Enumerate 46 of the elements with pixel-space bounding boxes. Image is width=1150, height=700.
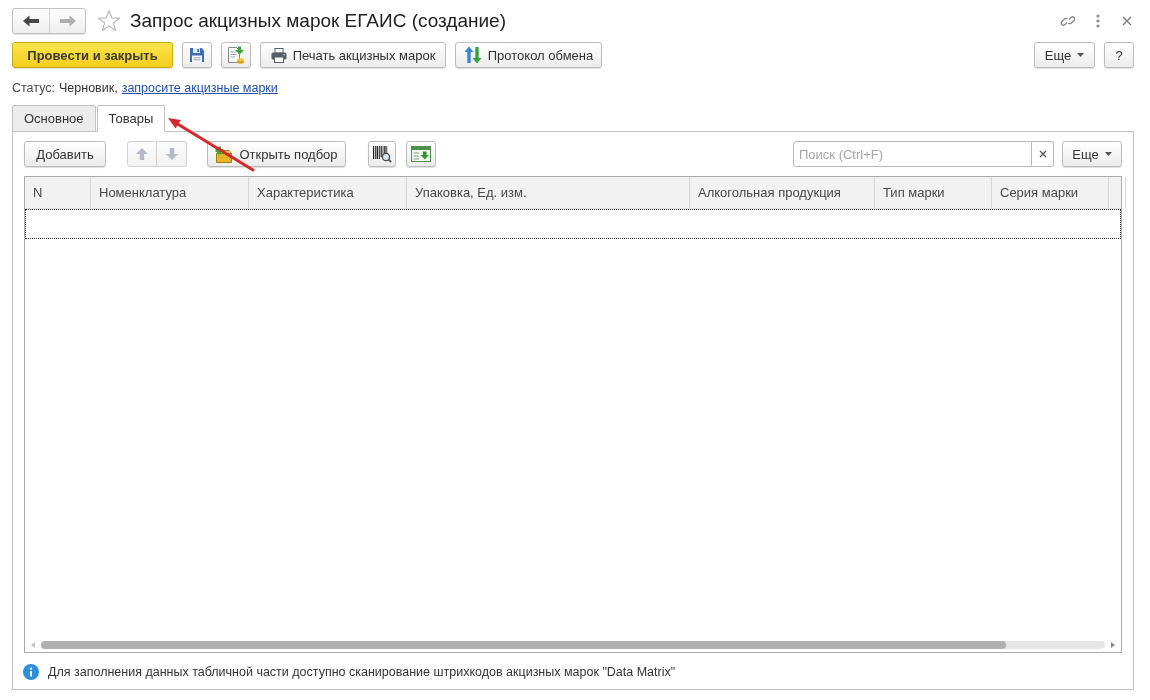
tab[interactable]: Основное [12, 105, 96, 132]
document-button[interactable] [221, 42, 251, 68]
down-arrow-icon [165, 148, 178, 160]
caret-icon [1077, 53, 1085, 57]
barcode-magnifier-icon [372, 145, 392, 163]
document-arrow-icon [227, 46, 245, 64]
search-field[interactable]: Поиск (Ctrl+F) [793, 141, 1032, 167]
barcode-search-button[interactable] [368, 141, 396, 167]
add-button[interactable]: Добавить [24, 141, 106, 167]
status-label: Статус: [12, 80, 55, 95]
close-icon[interactable] [1122, 16, 1132, 26]
info-icon [23, 664, 39, 680]
save-button[interactable] [182, 42, 212, 68]
print-button[interactable]: Печать акцизных марок [260, 42, 446, 68]
column-header: N [25, 177, 91, 208]
table-row[interactable] [25, 209, 1121, 239]
column-header: Упаковка, Ед. изм. [407, 177, 690, 208]
column-header: Серия марки [992, 177, 1109, 208]
column-header: Номенклатура [91, 177, 249, 208]
hint-text: Для заполнения данных табличной части доступно сканирование штрихкодов акцизных марок "Data Matrix" [48, 665, 676, 679]
up-arrow-icon [136, 148, 148, 160]
column-header: Алкогольная продукция [690, 177, 875, 208]
more-button[interactable]: Еще [1034, 42, 1095, 68]
caret-icon [1104, 152, 1112, 156]
column-header: Тип марки [875, 177, 992, 208]
more-icon[interactable] [1096, 14, 1100, 28]
load-button[interactable] [406, 141, 436, 167]
more-button[interactable]: Еще [1062, 141, 1122, 167]
clear-search-button[interactable] [1032, 141, 1054, 167]
status-value: Черновик, [59, 80, 118, 95]
star-icon[interactable] [97, 9, 121, 33]
status-link[interactable]: запросите акцизные марки [121, 80, 278, 95]
column-header: Характеристика [249, 177, 407, 208]
post-close-button[interactable]: Провести и закрыть [12, 42, 173, 68]
right-arrow-icon [59, 15, 76, 27]
open-selection-button[interactable]: Открыть подбор [207, 141, 346, 167]
box-icon [215, 145, 234, 163]
printer-icon [270, 47, 287, 63]
help-button[interactable]: ? [1104, 42, 1134, 68]
protocol-button[interactable]: Протокол обмена [455, 42, 602, 68]
tab[interactable]: Товары [96, 105, 166, 132]
up-down-arrows-icon [463, 46, 482, 64]
window-title: Запрос акцизных марок ЕГАИС (создание) [130, 9, 506, 33]
left-arrow-icon [23, 15, 39, 27]
clear-icon [1038, 150, 1047, 158]
link-icon[interactable] [1060, 13, 1076, 29]
